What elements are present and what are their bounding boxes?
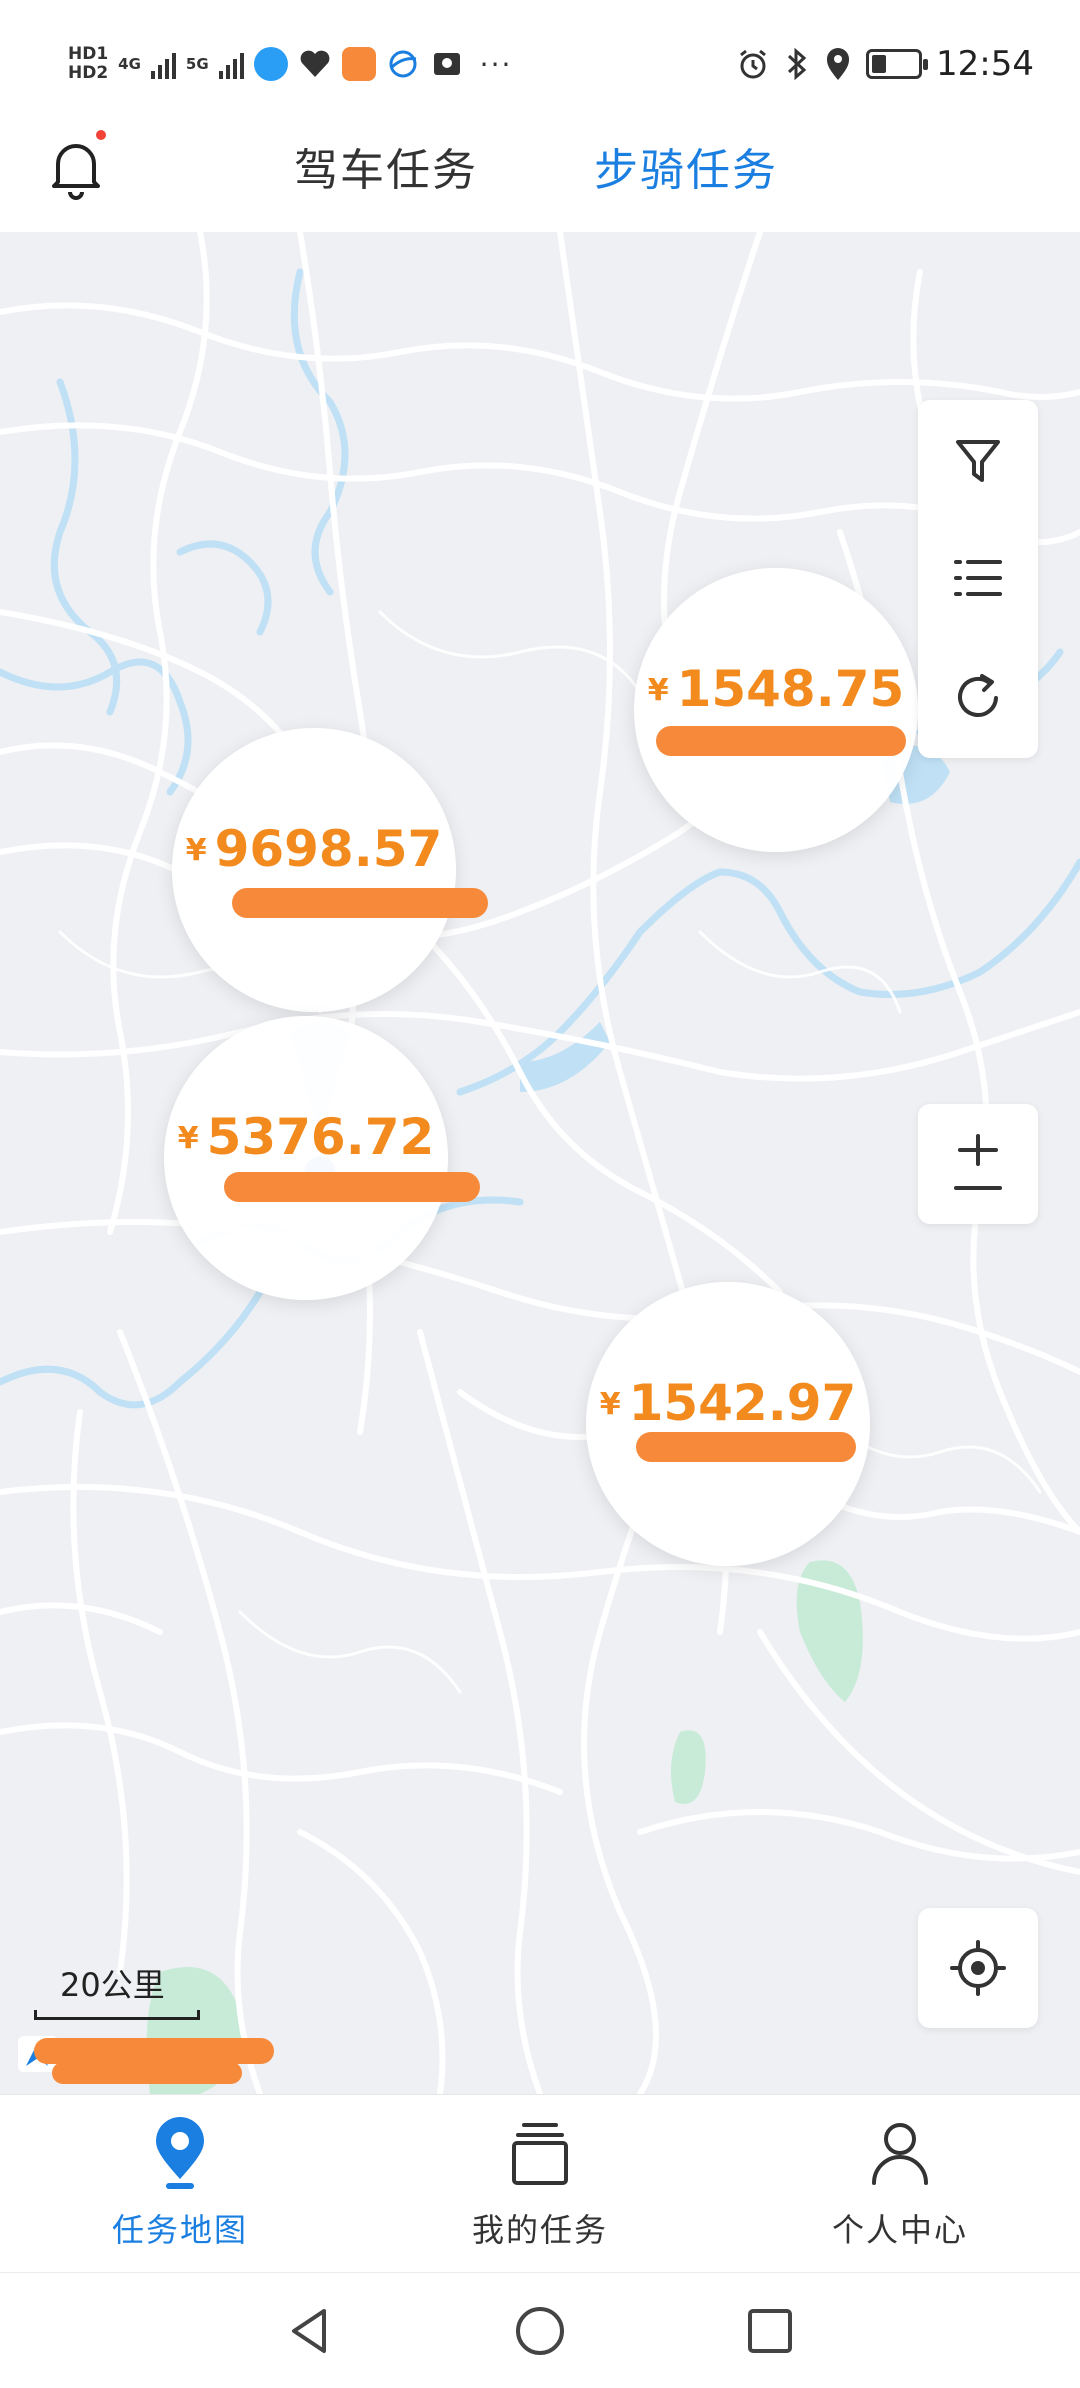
map-scale: 20公里: [34, 1960, 200, 2020]
status-left: HD1 HD2 4G 5G ···: [68, 34, 512, 94]
nav-label: 我的任务: [471, 2211, 608, 2249]
task-price: ¥5376.72: [177, 1108, 435, 1166]
redaction-scribble: [52, 2062, 242, 2084]
network-4g-label: 4G: [118, 55, 141, 73]
recents-icon[interactable]: [740, 2301, 800, 2361]
notification-dot: [96, 130, 106, 140]
zoom-button[interactable]: [918, 1104, 1038, 1224]
task-map[interactable]: ¥1548.75 ¥9698.57 ¥5376.72 ¥1542.97 20公里: [0, 232, 1080, 2094]
hd2-label: HD2: [68, 63, 109, 83]
status-right: 12:54: [736, 38, 1034, 90]
health-icon: [300, 50, 330, 77]
status-bar: HD1 HD2 4G 5G ··· 12:54: [0, 0, 1080, 120]
home-icon[interactable]: [510, 2301, 570, 2361]
sim-indicator: HD1 HD2: [68, 45, 108, 83]
redaction-scribble: [656, 726, 906, 756]
list-icon[interactable]: [948, 548, 1008, 608]
mail-icon: [433, 53, 460, 75]
tab-walk-ride-tasks[interactable]: 步骑任务: [594, 134, 778, 198]
nav-my-tasks[interactable]: 我的任务: [360, 2095, 720, 2273]
hd1-label: HD1: [68, 44, 109, 64]
stack-icon: [512, 2123, 568, 2185]
nav-label: 个人中心: [831, 2211, 968, 2249]
system-nav-bar: [0, 2272, 1080, 2388]
top-header: 驾车任务 步骑任务: [0, 120, 1080, 232]
tab-drive-tasks[interactable]: 驾车任务: [294, 134, 478, 198]
locate-button[interactable]: [918, 1908, 1038, 2028]
scale-bar: [34, 2010, 200, 2020]
map-pin-icon: [156, 2117, 204, 2189]
bluetooth-icon: [787, 47, 807, 81]
task-bubble[interactable]: ¥1548.75: [634, 568, 918, 852]
location-icon: [827, 48, 850, 80]
redaction-scribble: [232, 888, 488, 918]
task-price: ¥1542.97: [599, 1374, 857, 1432]
map-tool-panel: [918, 400, 1038, 758]
park-shape: [671, 1730, 706, 1804]
nav-profile[interactable]: 个人中心: [720, 2095, 1080, 2273]
browser-icon: [389, 50, 417, 78]
redaction-scribble: [636, 1432, 856, 1462]
locate-icon: [950, 1940, 1006, 1996]
redaction-scribble: [224, 1172, 480, 1202]
refresh-icon[interactable]: [948, 668, 1008, 728]
bottom-nav: 任务地图 我的任务 个人中心: [0, 2094, 1080, 2272]
task-price: ¥9698.57: [185, 820, 443, 878]
scale-label: 20公里: [60, 1966, 165, 2004]
task-price: ¥1548.75: [647, 660, 905, 718]
app-notification-icon: [253, 47, 288, 81]
signal-icon: [218, 49, 244, 79]
signal-icon: [150, 49, 176, 79]
task-bubble[interactable]: ¥5376.72: [164, 1016, 480, 1300]
nav-label: 任务地图: [111, 2211, 248, 2249]
nav-task-map[interactable]: 任务地图: [0, 2095, 360, 2273]
redaction-scribble: [34, 2038, 274, 2064]
filter-icon[interactable]: [948, 430, 1008, 490]
bell-icon[interactable]: [48, 136, 104, 200]
clock: 12:54: [936, 44, 1034, 84]
network-5g-label: 5G: [185, 55, 209, 73]
alarm-icon: [740, 49, 766, 79]
back-icon[interactable]: [280, 2301, 340, 2361]
battery-icon: [866, 49, 929, 79]
more-notifications-icon: ···: [479, 47, 513, 81]
zoom-icon: [954, 1134, 1002, 1190]
app-notification-icon: [341, 47, 376, 81]
task-bubble[interactable]: ¥1542.97: [586, 1282, 870, 1566]
person-icon: [872, 2123, 928, 2185]
task-bubble[interactable]: ¥9698.57: [172, 728, 488, 1012]
